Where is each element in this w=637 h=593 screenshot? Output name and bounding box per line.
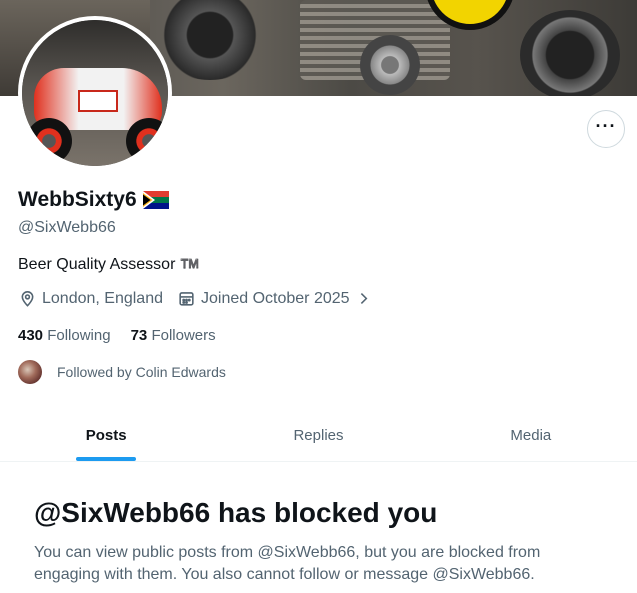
more-options-button[interactable]: ···	[587, 110, 625, 148]
profile-avatar[interactable]	[18, 16, 172, 170]
follower-avatar	[18, 360, 42, 384]
following-label: Following	[47, 327, 111, 344]
tab-replies[interactable]: Replies	[212, 410, 424, 461]
profile-tabs: Posts Replies Media	[0, 410, 637, 462]
blocked-message: You can view public posts from @SixWebb6…	[34, 544, 541, 583]
followers-label: Followers	[151, 327, 216, 344]
location: London, England	[18, 289, 163, 308]
more-icon: ···	[595, 116, 617, 136]
follow-stats: 430 Following 73 Followers	[18, 327, 236, 344]
followed-by-text: Followed by Colin Edwards	[57, 364, 226, 380]
following-link[interactable]: 430 Following	[18, 327, 111, 344]
joined-date[interactable]: Joined October 2025	[177, 289, 372, 308]
profile-handle: @SixWebb66	[18, 219, 116, 236]
calendar-icon	[179, 292, 194, 306]
profile-meta: London, England Joined October 2025	[18, 289, 386, 308]
location-text: London, England	[42, 289, 163, 307]
followers-count: 73	[130, 327, 148, 344]
joined-text: Joined October 2025	[201, 289, 350, 307]
followers-link[interactable]: 73 Followers	[131, 327, 216, 344]
tab-posts[interactable]: Posts	[0, 410, 212, 461]
south-africa-flag-icon	[142, 191, 169, 209]
tab-replies-label: Replies	[293, 427, 344, 444]
chevron-right-icon	[360, 292, 367, 305]
tab-media[interactable]: Media	[425, 410, 637, 461]
tab-media-label: Media	[510, 427, 552, 444]
tab-posts-label: Posts	[85, 427, 127, 444]
display-name: WebbSixty6	[18, 188, 137, 211]
followed-by[interactable]: Followed by Colin Edwards	[18, 360, 226, 384]
following-count: 430	[18, 327, 44, 344]
profile-bio: Beer Quality Assessor ™️	[18, 256, 200, 273]
active-tab-indicator	[76, 457, 137, 461]
location-pin-icon	[21, 291, 34, 307]
avatar-sponsor-logo	[78, 90, 118, 112]
blocked-title: @SixWebb66 has blocked you	[34, 497, 438, 528]
profile-name-row: WebbSixty6	[18, 188, 169, 212]
